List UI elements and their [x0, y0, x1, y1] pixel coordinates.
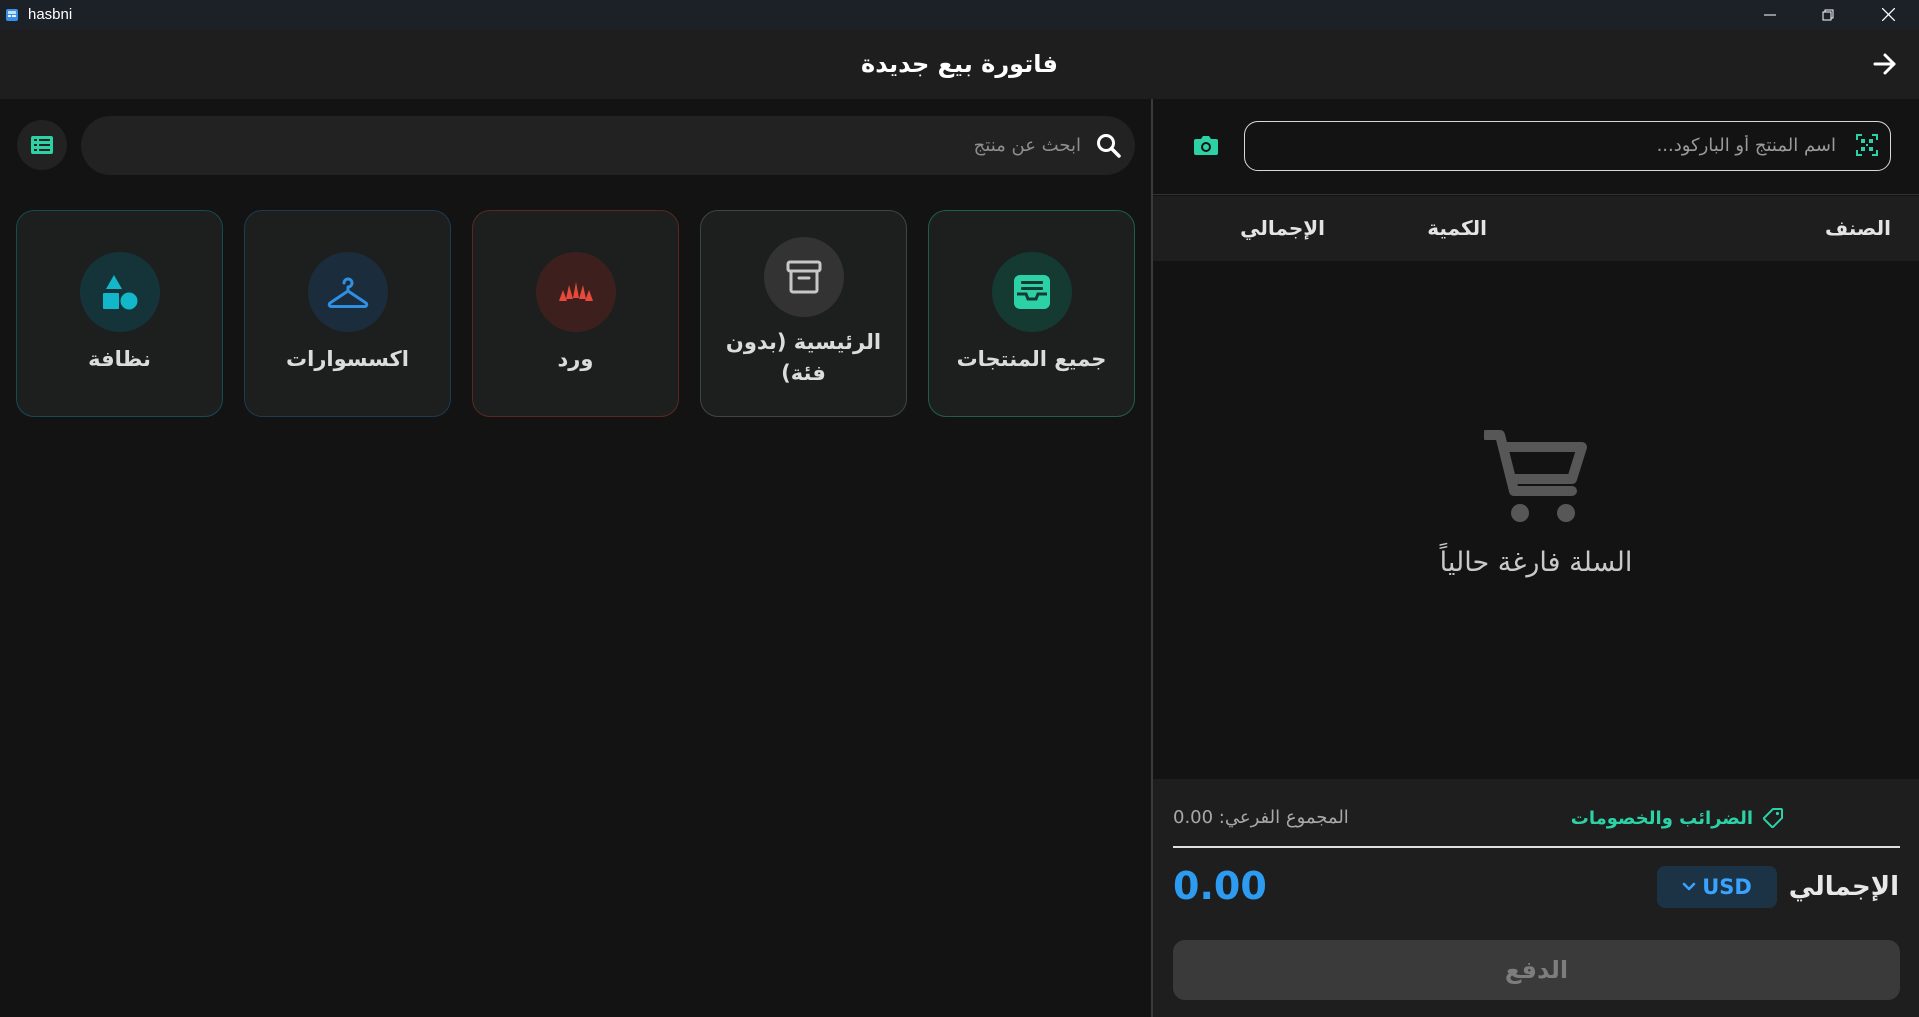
category-icon-badge [307, 252, 388, 332]
products-pane: جميع المنتجات الرئيسية (بدون فئة) [0, 99, 1151, 1017]
empty-cart-message: السلة فارغة حالياً [1439, 547, 1633, 578]
total-value: 0.00 [1173, 864, 1267, 908]
category-label: جميع المنتجات [956, 347, 1107, 371]
total-label: الإجمالي [1788, 872, 1899, 902]
category-label: اكسسوارات [286, 347, 409, 371]
shapes-icon [102, 275, 137, 310]
app-window: hasbni فاتورة بيع جديدة ابحث عن منتج جمي… [0, 0, 1919, 1017]
close-icon [1881, 8, 1895, 21]
view-toggle-button[interactable] [17, 120, 67, 170]
barcode-search-field [1244, 121, 1891, 171]
taxes-discounts-label: الضرائب والخصومات [1570, 807, 1753, 829]
subtotal-text: المجموع الفرعي: 0.00 [1173, 807, 1349, 828]
minimize-icon [1764, 14, 1776, 15]
hanger-icon [327, 277, 368, 308]
minimize-button[interactable] [1741, 0, 1799, 29]
column-item: الصنف [1824, 216, 1891, 240]
category-flowers[interactable]: ورد [472, 210, 679, 417]
arrow-right-icon[interactable] [1872, 51, 1898, 77]
category-all-products[interactable]: جميع المنتجات [928, 210, 1135, 417]
category-main-uncategorized[interactable]: الرئيسية (بدون فئة) [700, 210, 907, 417]
inbox-icon [1013, 275, 1050, 309]
category-icon-badge [763, 237, 844, 317]
empty-cart-state: السلة فارغة حالياً [1153, 429, 1919, 578]
category-cleaning[interactable]: نظافة [16, 210, 223, 417]
category-label: نظافة [88, 347, 151, 371]
category-label: الرئيسية (بدون فئة) [725, 330, 882, 385]
tag-icon [1763, 808, 1783, 828]
qr-code-icon [1856, 134, 1878, 156]
category-icon-badge [79, 252, 160, 332]
cart-table-header: الصنف الكمية الإجمالي [1153, 196, 1919, 261]
pay-button[interactable]: الدفع [1173, 940, 1900, 1000]
category-icon-badge [991, 252, 1072, 332]
category-label: ورد [557, 347, 594, 371]
app-header: فاتورة بيع جديدة [0, 29, 1919, 99]
barcode-input[interactable] [1276, 122, 1836, 169]
category-icon-badge [535, 252, 616, 332]
flower-icon [558, 282, 593, 301]
category-accessories[interactable]: اكسسوارات [244, 210, 451, 417]
restore-button[interactable] [1799, 0, 1857, 29]
window-title: hasbni [28, 6, 73, 23]
taxes-discounts-button[interactable]: الضرائب والخصومات [1571, 804, 1783, 832]
cart-summary: الضرائب والخصومات المجموع الفرعي: 0.00 ا… [1153, 779, 1919, 1017]
camera-icon [1194, 136, 1218, 155]
cart-pane: الصنف الكمية الإجمالي السلة فارغة حالياً… [1153, 99, 1919, 1017]
shopping-cart-icon [1484, 430, 1587, 522]
product-search-input[interactable] [121, 116, 1081, 175]
currency-value: USD [1702, 875, 1752, 899]
close-button[interactable] [1859, 0, 1917, 29]
column-total: الإجمالي [1240, 216, 1325, 240]
summary-divider [1173, 846, 1900, 848]
currency-selector[interactable]: USD [1657, 866, 1777, 908]
page-title: فاتورة بيع جديدة [861, 50, 1058, 78]
window-titlebar: hasbni [0, 0, 1919, 29]
product-search-bar [81, 116, 1135, 175]
archive-icon [786, 260, 821, 294]
column-quantity: الكمية [1427, 216, 1487, 240]
restore-icon [1822, 9, 1834, 20]
search-icon[interactable] [1095, 132, 1123, 160]
list-view-icon [31, 136, 53, 154]
camera-scan-button[interactable] [1189, 128, 1223, 162]
chevron-down-icon [1682, 882, 1696, 891]
header-separator [1153, 194, 1919, 195]
app-logo-icon [6, 8, 18, 21]
